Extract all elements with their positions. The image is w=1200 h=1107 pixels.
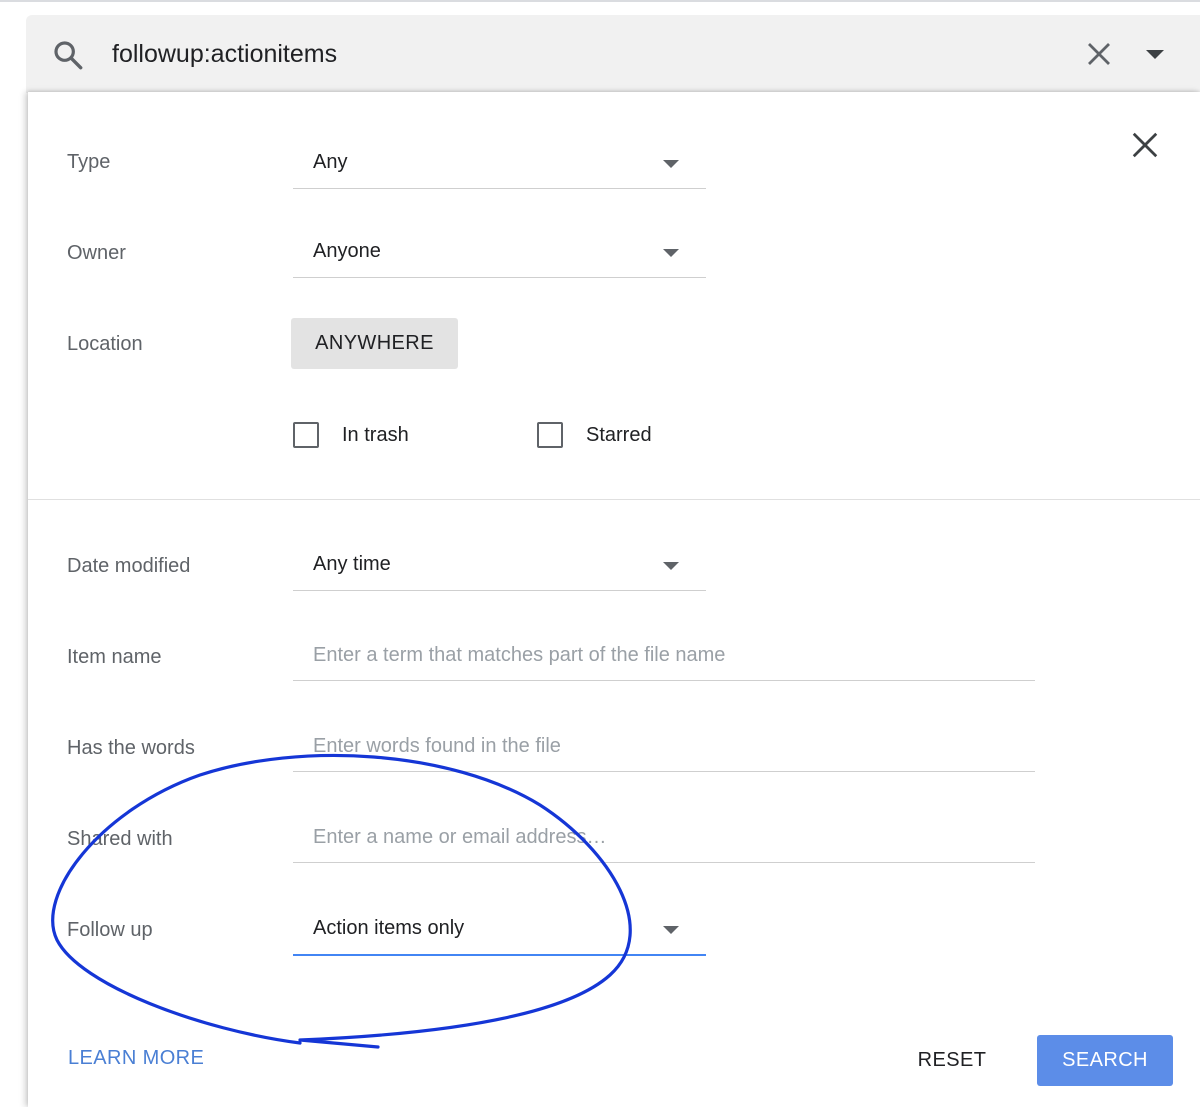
search-button[interactable]: SEARCH [1037,1035,1173,1086]
in-trash-label: In trash [342,424,409,446]
top-divider [0,0,1200,2]
shared-with-label: Shared with [67,828,173,850]
type-select-value: Any [313,151,348,173]
search-options-caret-down-icon[interactable] [1144,45,1166,63]
reset-button[interactable]: RESET [908,1035,996,1085]
chevron-down-icon [663,562,679,570]
date-modified-select[interactable]: Any time [293,540,706,591]
chevron-down-icon [663,249,679,257]
owner-select-value: Anyone [313,240,381,262]
search-bar: followup:actionitems [26,15,1200,93]
item-name-input[interactable] [293,631,1035,681]
chevron-down-icon [663,926,679,934]
has-words-label: Has the words [67,737,195,759]
search-query[interactable]: followup:actionitems [112,35,337,73]
date-modified-label: Date modified [67,555,191,577]
has-words-input[interactable] [293,722,1035,772]
follow-up-label: Follow up [67,919,153,941]
close-panel-icon[interactable] [1130,130,1160,160]
starred-checkbox[interactable] [537,422,563,448]
item-name-label: Item name [67,646,162,668]
type-label: Type [67,151,111,173]
follow-up-select[interactable]: Action items only [293,904,706,956]
location-anywhere-button[interactable]: ANYWHERE [291,318,458,369]
learn-more-link[interactable]: LEARN MORE [68,1047,204,1070]
clear-search-icon[interactable] [1084,39,1114,69]
search-icon[interactable] [52,39,84,71]
type-select[interactable]: Any [293,138,706,189]
chevron-down-icon [663,160,679,168]
follow-up-value: Action items only [313,917,465,939]
in-trash-checkbox[interactable] [293,422,319,448]
owner-label: Owner [67,242,126,264]
shared-with-input[interactable] [293,813,1035,863]
starred-label: Starred [586,424,652,446]
date-modified-value: Any time [313,553,391,575]
owner-select[interactable]: Anyone [293,227,706,278]
location-label: Location [67,333,143,355]
advanced-search-panel: Type Any Owner Anyone Location ANYWHERE … [28,92,1200,1107]
section-divider [28,499,1200,500]
